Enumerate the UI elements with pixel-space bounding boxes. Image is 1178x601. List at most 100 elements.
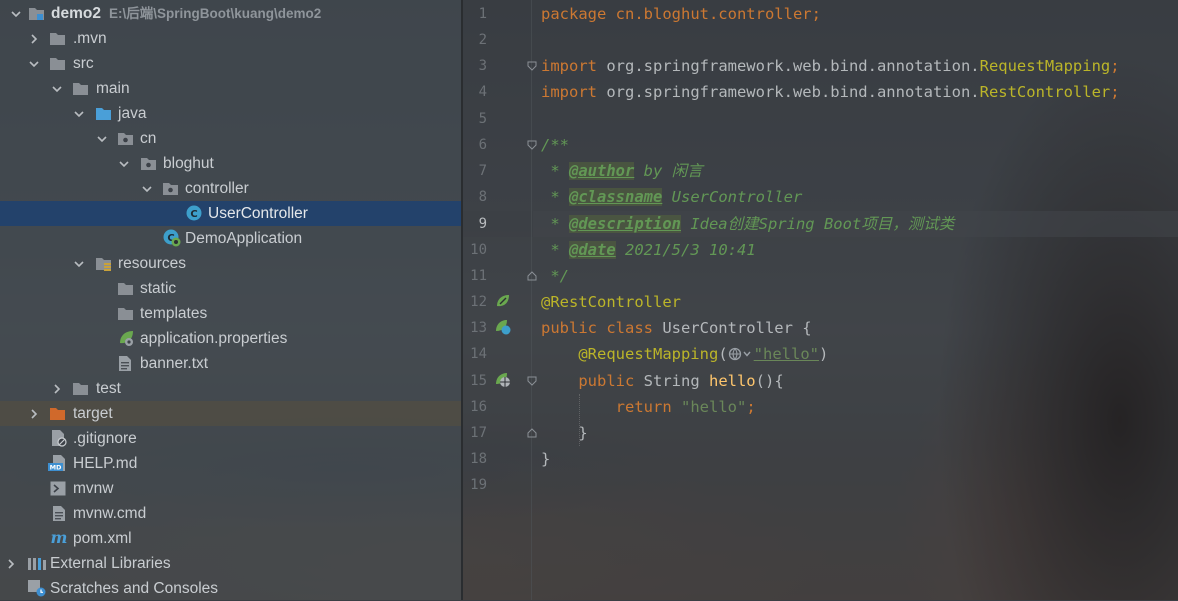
keyword: public — [578, 372, 635, 390]
code-line-17[interactable]: } — [541, 420, 588, 446]
tree-item-banner-txt[interactable]: banner.txt — [0, 351, 461, 376]
javadoc-value: by 闲言 — [634, 162, 703, 180]
chevron-right-icon[interactable] — [51, 383, 63, 395]
keyword: package — [541, 5, 607, 23]
line-number: 18 — [470, 451, 487, 467]
tree-item-usercontroller[interactable]: C UserController — [0, 201, 461, 226]
tree-item-help-md[interactable]: MD HELP.md — [0, 451, 461, 476]
tree-item-static[interactable]: static — [0, 276, 461, 301]
tree-item-gitignore[interactable]: .gitignore — [0, 426, 461, 451]
code-line-9[interactable]: * @description Idea创建Spring Boot项目，测试类 — [541, 211, 954, 237]
tree-item-test[interactable]: test — [0, 376, 461, 401]
brace: } — [578, 424, 588, 442]
code-line-7[interactable]: * @author by 闲言 — [541, 158, 703, 184]
code-line-11[interactable]: */ — [541, 263, 569, 289]
tree-item-label: templates — [140, 305, 208, 322]
url-mapping-icon[interactable] — [728, 346, 754, 362]
code-editor[interactable]: 1 2 3 4 5 6 7 8 9 10 11 12 13 14 15 16 1… — [463, 0, 1178, 600]
code-line-13[interactable]: public class UserController { — [541, 315, 812, 341]
fold-marker-icon[interactable] — [527, 61, 537, 71]
gitignore-file-icon — [52, 430, 67, 447]
tree-item-label: HELP.md — [73, 455, 138, 472]
tree-item-main[interactable]: main — [0, 76, 461, 101]
tree-item-label: UserController — [208, 205, 308, 222]
tree-item-mvnw-cmd[interactable]: mvnw.cmd — [0, 501, 461, 526]
tree-item-label: test — [96, 380, 121, 397]
chevron-down-icon[interactable] — [28, 58, 40, 70]
folder-icon — [73, 83, 88, 95]
javadoc-tag: @author — [569, 162, 635, 180]
chevron-down-icon[interactable] — [73, 258, 85, 270]
fold-marker-icon[interactable] — [527, 140, 537, 150]
line-number: 15 — [470, 373, 487, 389]
tree-item-label: resources — [118, 255, 187, 272]
chevron-down-icon[interactable] — [51, 83, 63, 95]
markdown-file-icon: MD — [48, 455, 65, 472]
gutter-separator — [531, 0, 532, 600]
chevron-down-icon[interactable] — [96, 133, 108, 145]
tree-item-scratches[interactable]: Scratches and Consoles — [0, 576, 461, 601]
tree-item-target[interactable]: target — [0, 401, 461, 426]
code-line-14[interactable]: @RequestMapping("hello") — [541, 341, 828, 367]
spring-properties-icon — [120, 331, 133, 346]
folder-icon — [118, 308, 133, 320]
fold-end-marker-icon[interactable] — [527, 428, 537, 438]
project-tree[interactable]: demo2 E:\后端\SpringBoot\kuang\demo2 .mvn s… — [0, 0, 461, 600]
chevron-down-icon[interactable] — [141, 183, 153, 195]
chevron-right-icon[interactable] — [28, 33, 40, 45]
code-line-10[interactable]: * @date 2021/5/3 10:41 — [541, 237, 756, 263]
line-number: 10 — [470, 242, 487, 258]
chevron-right-icon[interactable] — [28, 408, 40, 420]
code-line-16[interactable]: return "hello"; — [541, 394, 756, 420]
code-line-8[interactable]: * @classname UserController — [541, 184, 802, 210]
javadoc-tag: @date — [569, 241, 616, 259]
tree-item-java[interactable]: java — [0, 101, 461, 126]
method-name: hello — [708, 372, 756, 390]
tree-item-templates[interactable]: templates — [0, 301, 461, 326]
tree-item-demo2[interactable]: demo2 E:\后端\SpringBoot\kuang\demo2 — [0, 1, 461, 26]
resources-folder-icon — [96, 258, 111, 271]
fold-end-marker-icon[interactable] — [527, 271, 537, 281]
semicolon: ; — [1110, 83, 1120, 101]
line-number: 17 — [470, 425, 487, 441]
tree-item-mvn[interactable]: .mvn — [0, 26, 461, 51]
tree-item-label: java — [118, 105, 147, 122]
spring-bean-class-gutter-icon[interactable] — [495, 319, 511, 335]
line-number: 3 — [478, 58, 487, 74]
keyword: import — [541, 57, 597, 75]
code-line-15[interactable]: public String hello(){ — [541, 368, 783, 394]
line-number: 14 — [470, 346, 487, 362]
code-line-1[interactable]: package cn.bloghut.controller; — [541, 1, 821, 27]
shell-script-icon — [50, 481, 66, 496]
tree-item-mvnw[interactable]: mvnw — [0, 476, 461, 501]
tree-item-bloghut[interactable]: bloghut — [0, 151, 461, 176]
line-number: 7 — [478, 163, 487, 179]
tree-item-src[interactable]: src — [0, 51, 461, 76]
tree-item-label: target — [73, 405, 113, 422]
excluded-folder-icon — [50, 408, 65, 420]
package-icon — [141, 158, 156, 170]
code-line-12[interactable]: @RestController — [541, 289, 681, 315]
spring-bean-gutter-icon[interactable] — [495, 293, 511, 309]
tree-item-pom-xml[interactable]: m pom.xml — [0, 526, 461, 551]
fold-marker-icon[interactable] — [527, 376, 537, 386]
code-line-3[interactable]: import org.springframework.web.bind.anno… — [541, 53, 1120, 79]
tree-item-resources[interactable]: resources — [0, 251, 461, 276]
code-text: UserController { — [652, 319, 812, 337]
code-line-6[interactable]: /** — [541, 132, 569, 158]
tree-item-cn[interactable]: cn — [0, 126, 461, 151]
tree-item-application-properties[interactable]: application.properties — [0, 326, 461, 351]
line-number: 19 — [470, 477, 487, 493]
code-line-18[interactable]: } — [541, 446, 550, 472]
tree-item-label: controller — [185, 180, 249, 197]
web-mapping-gutter-icon[interactable] — [495, 372, 511, 388]
tree-item-external-libraries[interactable]: External Libraries — [0, 551, 461, 576]
chevron-down-icon[interactable] — [73, 108, 85, 120]
chevron-down-icon[interactable] — [118, 158, 130, 170]
code-line-4[interactable]: import org.springframework.web.bind.anno… — [541, 79, 1120, 105]
tree-item-label: mvnw — [73, 480, 114, 497]
chevron-down-icon[interactable] — [10, 8, 22, 20]
tree-item-controller[interactable]: controller — [0, 176, 461, 201]
chevron-right-icon[interactable] — [5, 558, 17, 570]
tree-item-demoapplication[interactable]: C DemoApplication — [0, 226, 461, 251]
